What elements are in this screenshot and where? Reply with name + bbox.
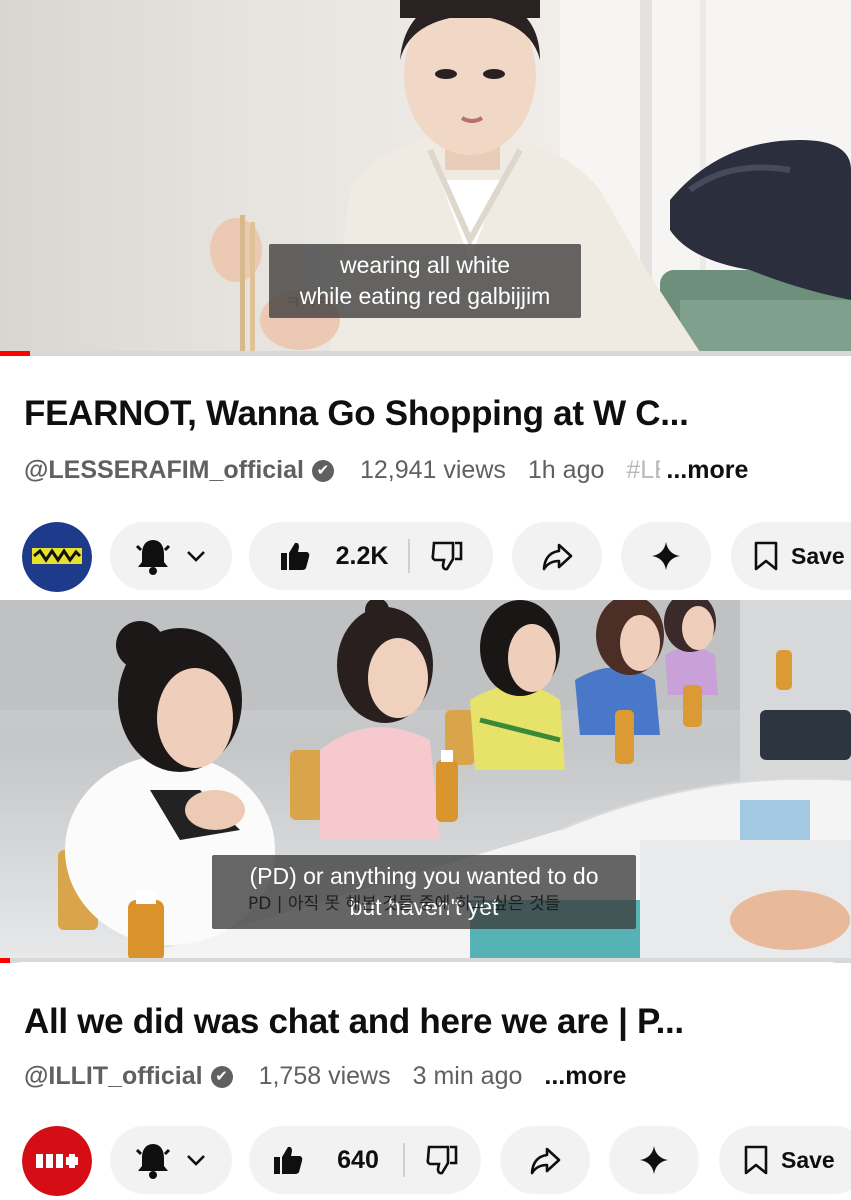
video-1-hashtag: #LE <box>626 456 660 484</box>
video-1-caption: wearing all white while eating red galbi… <box>269 244 581 318</box>
save-label: Save <box>781 1146 835 1173</box>
video-2-like-count: 640 <box>337 1145 379 1174</box>
video-1-title[interactable]: FEARNOT, Wanna Go Shopping at W C... <box>24 394 689 434</box>
illit-avatar[interactable] <box>22 1126 92 1196</box>
video-1-meta: @LESSERAFIM_official ✔ 12,941 views 1h a… <box>24 456 748 485</box>
bookmark-icon <box>754 541 778 571</box>
share-icon <box>542 543 573 571</box>
bell-icon <box>135 1144 171 1179</box>
video-1-like-count: 2.2K <box>335 541 389 570</box>
video-2-meta: @ILLIT_official ✔ 1,758 views 3 min ago … <box>24 1062 626 1091</box>
video-1-views: 12,941 views <box>359 456 506 484</box>
thumbs-down-icon[interactable] <box>430 539 464 573</box>
thumbs-up-icon[interactable] <box>271 1143 305 1177</box>
video-1-caption-line-2: while eating red galbijjim <box>299 283 551 309</box>
video-player-1[interactable]: ㅋㅋㅋㅋ wearing all white while eating red … <box>0 0 851 352</box>
video-2-caption-line-1: (PD) or anything you wanted to do <box>249 863 599 889</box>
save-label: Save <box>791 542 845 569</box>
chevron-down-icon <box>187 551 205 562</box>
share-button[interactable] <box>512 522 602 590</box>
sparkle-icon <box>652 542 680 570</box>
video-2-action-row: 640 Save <box>0 1126 851 1196</box>
like-dislike-pill: 2.2K <box>249 522 493 590</box>
video-2-age: 3 min ago <box>412 1062 523 1090</box>
thumbs-up-icon[interactable] <box>278 539 312 573</box>
video-2-channel-name[interactable]: @ILLIT_official <box>24 1062 203 1091</box>
sparkle-icon <box>640 1146 668 1174</box>
video-2-views: 1,758 views <box>258 1062 391 1090</box>
thumbs-down-icon[interactable] <box>425 1143 459 1177</box>
video-1-caption-line-1: wearing all white <box>339 252 511 278</box>
verified-check-icon: ✔ <box>311 459 334 482</box>
video-2-hardsub: PD | 아직 못 해본 것들 중에 하고 싶은 것들 <box>248 894 561 914</box>
video-player-2[interactable]: (PD) or anything you wanted to do but ha… <box>0 600 851 962</box>
video-1-channel-name[interactable]: @LESSERAFIM_official <box>24 456 304 485</box>
subscription-bell-button[interactable] <box>110 522 232 590</box>
save-button[interactable]: Save <box>719 1126 851 1194</box>
video-1-details: FEARNOT, Wanna Go Shopping at W C... @LE… <box>0 356 851 600</box>
video-1-more-link[interactable]: ...more <box>666 456 748 485</box>
chevron-down-icon <box>187 1155 205 1166</box>
like-separator <box>402 1143 405 1177</box>
video-1-age: 1h ago <box>527 456 605 484</box>
ask-ai-button[interactable] <box>609 1126 699 1194</box>
bell-icon <box>135 540 171 575</box>
share-icon <box>530 1147 561 1175</box>
subscription-bell-button[interactable] <box>110 1126 232 1194</box>
video-2-more-link[interactable]: ...more <box>544 1062 626 1091</box>
video-1-action-row: 2.2K Save <box>0 522 851 592</box>
save-button[interactable]: Save <box>731 522 851 590</box>
bookmark-icon <box>744 1145 768 1175</box>
like-dislike-pill: 640 <box>249 1126 481 1194</box>
verified-check-icon: ✔ <box>210 1065 233 1088</box>
ask-ai-button[interactable] <box>621 522 711 590</box>
lesserafim-avatar[interactable] <box>22 522 92 592</box>
video-2-progress-fill <box>0 958 11 963</box>
share-button[interactable] <box>500 1126 590 1194</box>
video-2-title[interactable]: All we did was chat and here we are | P.… <box>24 1002 684 1042</box>
like-separator <box>408 539 411 573</box>
video-2-details: All we did was chat and here we are | P.… <box>0 962 851 1200</box>
